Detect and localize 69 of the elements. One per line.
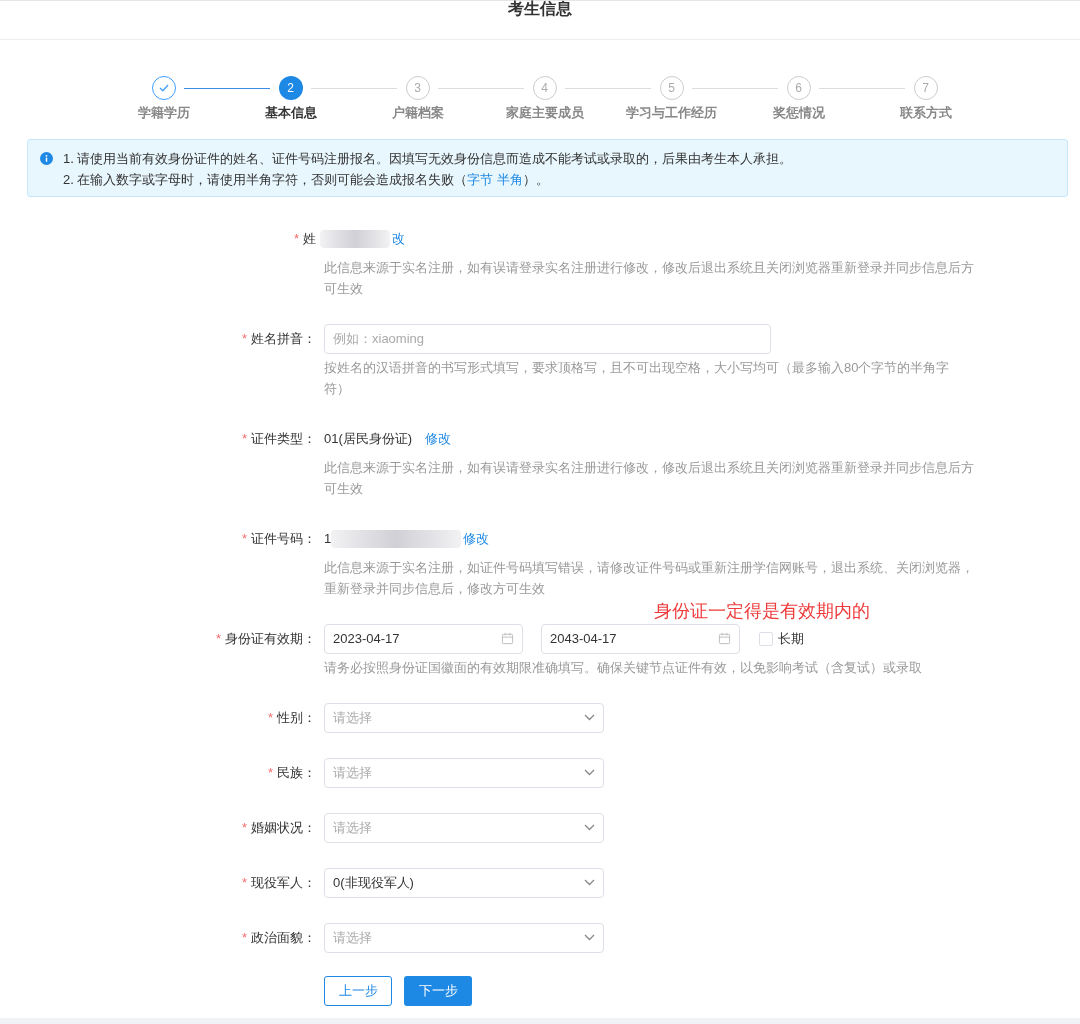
required-asterisk: * [241,818,247,837]
field-label: 民族： [277,763,316,782]
field-value: 01(居民身份证) [324,429,413,448]
edit-link[interactable]: 修改 [425,428,452,449]
step-number: 2 [287,80,294,97]
step-number: 7 [922,80,929,97]
calendar-icon [718,632,731,645]
step-label: 联系方式 [899,104,952,122]
field-label: 身份证有效期： [225,629,316,648]
info-icon [40,151,53,165]
required-asterisk: * [241,928,247,947]
select-field[interactable]: 0(非现役军人) [324,867,604,898]
annotation-text: 身份证一定得是有效期内的 [654,599,870,623]
date-input[interactable]: 2043-04-17 [541,623,740,654]
step-label: 户籍档案 [391,104,444,122]
chevron-down-icon [584,714,595,721]
step-label: 奖惩情况 [772,104,825,122]
field-label: 婚姻状况： [251,818,316,837]
chevron-down-icon [584,769,595,776]
edit-link[interactable]: 修改 [463,528,490,549]
step-label: 学籍学历 [137,104,190,122]
notice-text: 1. 请使用当前有效身份证件的姓名、证件号码注册报名。因填写无效身份信息而造成不能考试或录取的，后果由考生本人承担。 [63,149,793,168]
required-asterisk: * [241,329,247,348]
chevron-down-icon [584,879,595,886]
chevron-down-icon [584,934,595,941]
required-asterisk: * [241,873,247,892]
check-icon [158,84,169,92]
select-field[interactable]: 请选择 [324,702,604,733]
previous-button[interactable]: 上一步 [324,975,392,1006]
required-asterisk: * [241,429,247,448]
step-number: 3 [414,80,421,97]
step-number: 6 [795,80,802,97]
step-label: 学习与工作经历 [626,104,717,122]
select-field[interactable]: 请选择 [324,757,604,788]
field-label: 姓 [303,229,316,248]
step-label: 家庭主要成员 [505,104,584,122]
checkbox[interactable] [759,631,773,646]
field-hint: 此信息来源于实名注册，如有误请登录实名注册进行修改，修改后退出系统且关闭浏览器重新登录并同步信息后方可生效 [324,458,975,498]
field-label: 姓名拼音： [251,329,316,348]
field-hint: 此信息来源于实名注册，如证件号码填写错误，请修改证件号码或重新注册学信网账号，退出系统、关闭浏览器，重新登录并同步信息后，修改方可生效 [324,558,975,598]
required-asterisk: * [293,229,299,248]
field-hint: 按姓名的汉语拼音的书写形式填写，要求顶格写，且不可出现空格，大小写均可（最多输入80个字节的半角字符） [324,358,951,398]
field-label: 现役军人： [251,873,316,892]
step-number: 4 [541,80,548,97]
step-label: 基本信息 [264,104,317,122]
chevron-down-icon [584,824,595,831]
checkbox-label: 长期 [778,629,804,648]
select-field[interactable]: 请选择 [324,812,604,843]
help-link[interactable]: 字节 半角 [467,171,524,187]
page-title: 考生信息 [508,0,572,19]
pinyin-input[interactable]: 例如：xiaoming [324,323,771,354]
date-input[interactable]: 2023-04-17 [324,623,523,654]
required-asterisk: * [215,629,221,648]
calendar-icon [501,632,514,645]
select-field[interactable]: 请选择 [324,922,604,953]
step-number: 5 [668,80,675,97]
field-label: 证件号码： [251,529,316,548]
field-value: 1 [324,529,332,548]
field-label: 性别： [277,708,316,727]
notice-text: 2. 在输入数字或字母时，请使用半角字符，否则可能会造成报名失败（字节 半角）。 [63,170,551,189]
field-label: 证件类型： [251,429,316,448]
required-asterisk: * [267,708,273,727]
field-label: 政治面貌： [251,928,316,947]
required-asterisk: * [241,529,247,548]
field-hint: 请务必按照身份证国徽面的有效期限准确填写。确保关键节点证件有效，以免影响考试（含复试）或录取 [324,658,923,677]
required-asterisk: * [267,763,273,782]
next-button[interactable]: 下一步 [404,975,472,1006]
field-hint: 此信息来源于实名注册，如有误请登录实名注册进行修改，修改后退出系统且关闭浏览器重新登录并同步信息后方可生效 [324,258,975,298]
edit-link[interactable]: 改 [392,228,405,249]
